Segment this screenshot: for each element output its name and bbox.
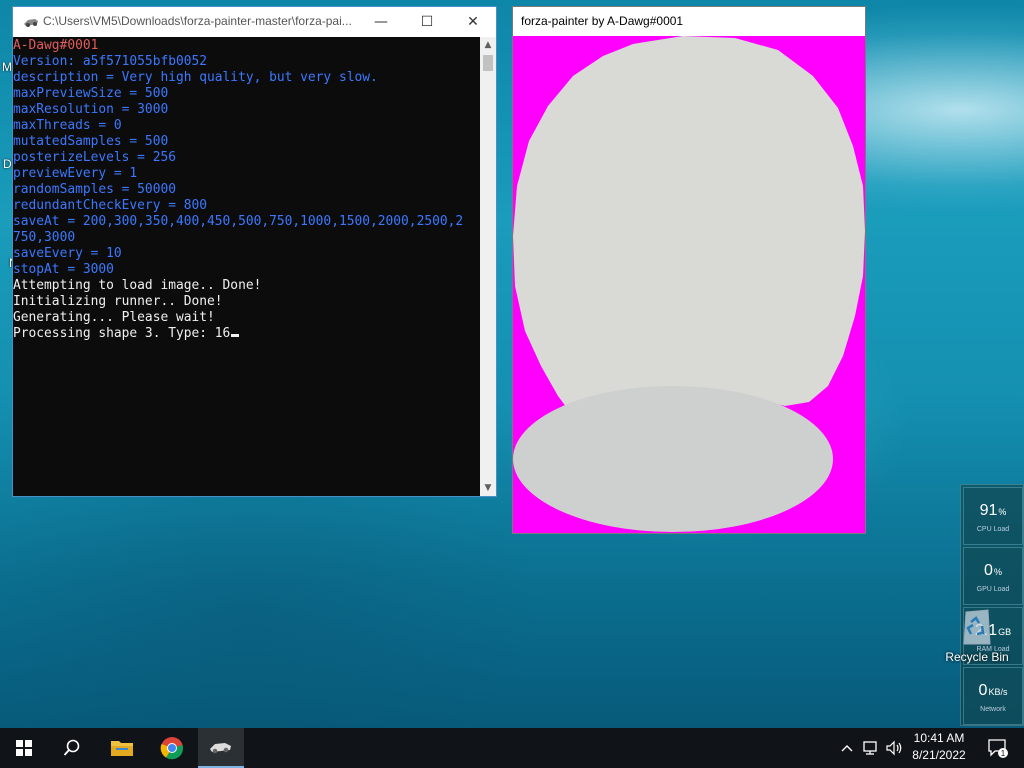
console-window-title: C:\Users\VM5\Downloads\forza-painter-mas… <box>43 14 352 28</box>
desktop-icon-label-partial[interactable]: M <box>2 60 12 74</box>
notification-icon: 1 <box>988 739 1008 758</box>
maximize-button[interactable]: ☐ <box>404 7 450 37</box>
folder-icon <box>111 741 133 756</box>
clock-time: 10:41 AM <box>913 731 965 745</box>
chrome-icon <box>160 737 184 760</box>
taskbar: 10:41 AM 8/21/2022 1 <box>0 728 1024 768</box>
scroll-down-arrow-icon[interactable]: ▼ <box>480 480 496 496</box>
console-line: stopAt = 3000 <box>13 262 114 277</box>
taskbar-clock[interactable]: 10:41 AM 8/21/2022 <box>908 730 970 764</box>
console-line: redundantCheckEvery = 800 <box>13 198 208 213</box>
windows-logo-icon <box>16 740 32 756</box>
network-icon <box>863 741 877 755</box>
search-button[interactable] <box>48 728 96 768</box>
console-line: maxPreviewSize = 500 <box>13 86 169 101</box>
console-window[interactable]: C:\Users\VM5\Downloads\forza-painter-mas… <box>12 6 497 497</box>
show-hidden-icons-button[interactable] <box>838 728 856 768</box>
console-title-bar[interactable]: C:\Users\VM5\Downloads\forza-painter-mas… <box>13 7 496 37</box>
console-line: saveEvery = 10 <box>13 246 122 261</box>
gpu-load-value: 0 <box>984 562 993 579</box>
console-line: randomSamples = 50000 <box>13 182 176 197</box>
network-tray-button[interactable] <box>860 728 882 768</box>
network-unit: KB/s <box>988 687 1008 697</box>
chevron-up-icon <box>841 745 853 752</box>
scroll-up-arrow-icon[interactable]: ▲ <box>480 37 496 53</box>
console-line: A-Dawg#0001 <box>13 38 99 53</box>
painted-shape-large <box>513 36 865 416</box>
cpu-load-meter: 91% CPU Load <box>963 487 1023 545</box>
console-line: Generating... Please wait! <box>13 310 215 325</box>
network-meter: 0KB/s Network <box>963 667 1023 725</box>
console-output[interactable]: A-Dawg#0001 Version: a5f571055bfb0052 desc… <box>13 37 480 497</box>
desktop-icon-label-partial[interactable]: D <box>3 157 12 171</box>
painter-window[interactable]: forza-painter by A-Dawg#0001 <box>512 6 866 534</box>
console-line: mutatedSamples = 500 <box>13 134 169 149</box>
console-line: 750,3000 <box>13 230 76 245</box>
clock-date: 8/21/2022 <box>912 748 966 762</box>
system-monitor-widget: 91% CPU Load 0% GPU Load 2.1GB RAM Load … <box>960 484 1024 726</box>
car-icon <box>210 743 231 754</box>
start-button[interactable] <box>0 728 48 768</box>
console-line: Version: a5f571055bfb0052 <box>13 54 208 69</box>
cpu-load-value: 91 <box>979 502 998 519</box>
recycle-bin-icon <box>963 609 991 645</box>
network-value: 0 <box>978 682 988 699</box>
painter-title-bar[interactable]: forza-painter by A-Dawg#0001 <box>513 7 865 36</box>
console-line: maxThreads = 0 <box>13 118 122 133</box>
taskbar-forza-painter[interactable] <box>198 728 244 768</box>
taskbar-chrome[interactable] <box>148 728 196 768</box>
painter-canvas <box>513 36 865 533</box>
console-line: previewEvery = 1 <box>13 166 138 181</box>
speaker-icon <box>886 740 902 756</box>
gpu-load-unit: % <box>993 567 1002 577</box>
text-cursor <box>231 334 240 337</box>
console-line: Attempting to load image.. Done! <box>13 278 262 293</box>
network-label: Network <box>980 706 1006 713</box>
close-button[interactable]: ✕ <box>450 7 496 37</box>
cpu-load-unit: % <box>998 507 1007 517</box>
volume-tray-button[interactable] <box>884 728 906 768</box>
cpu-load-label: CPU Load <box>976 526 1010 533</box>
notification-count: 1 <box>1001 749 1006 758</box>
search-icon <box>63 739 80 756</box>
taskbar-file-explorer[interactable] <box>98 728 146 768</box>
recycle-bin-shortcut[interactable]: Recycle Bin <box>944 606 1010 664</box>
gpu-load-meter: 0% GPU Load <box>963 547 1023 605</box>
recycle-bin-label: Recycle Bin <box>945 650 1009 664</box>
console-line: posterizeLevels = 256 <box>13 150 176 165</box>
console-line: Initializing runner.. Done! <box>13 294 223 309</box>
console-line: description = Very high quality, but ver… <box>13 70 378 85</box>
painted-shape-ellipse <box>513 386 833 532</box>
minimize-button[interactable]: — <box>358 7 404 37</box>
scrollbar-thumb[interactable] <box>483 55 493 71</box>
console-line: maxResolution = 3000 <box>13 102 169 117</box>
painter-window-title: forza-painter by A-Dawg#0001 <box>521 14 684 28</box>
console-app-icon <box>24 19 38 27</box>
action-center-button[interactable]: 1 <box>978 728 1018 768</box>
gpu-load-label: GPU Load <box>976 586 1010 593</box>
console-line: Processing shape 3. Type: 16 <box>13 326 480 342</box>
console-scrollbar[interactable]: ▲ ▼ <box>480 37 496 496</box>
console-line: saveAt = 200,300,350,400,450,500,750,100… <box>13 214 464 229</box>
